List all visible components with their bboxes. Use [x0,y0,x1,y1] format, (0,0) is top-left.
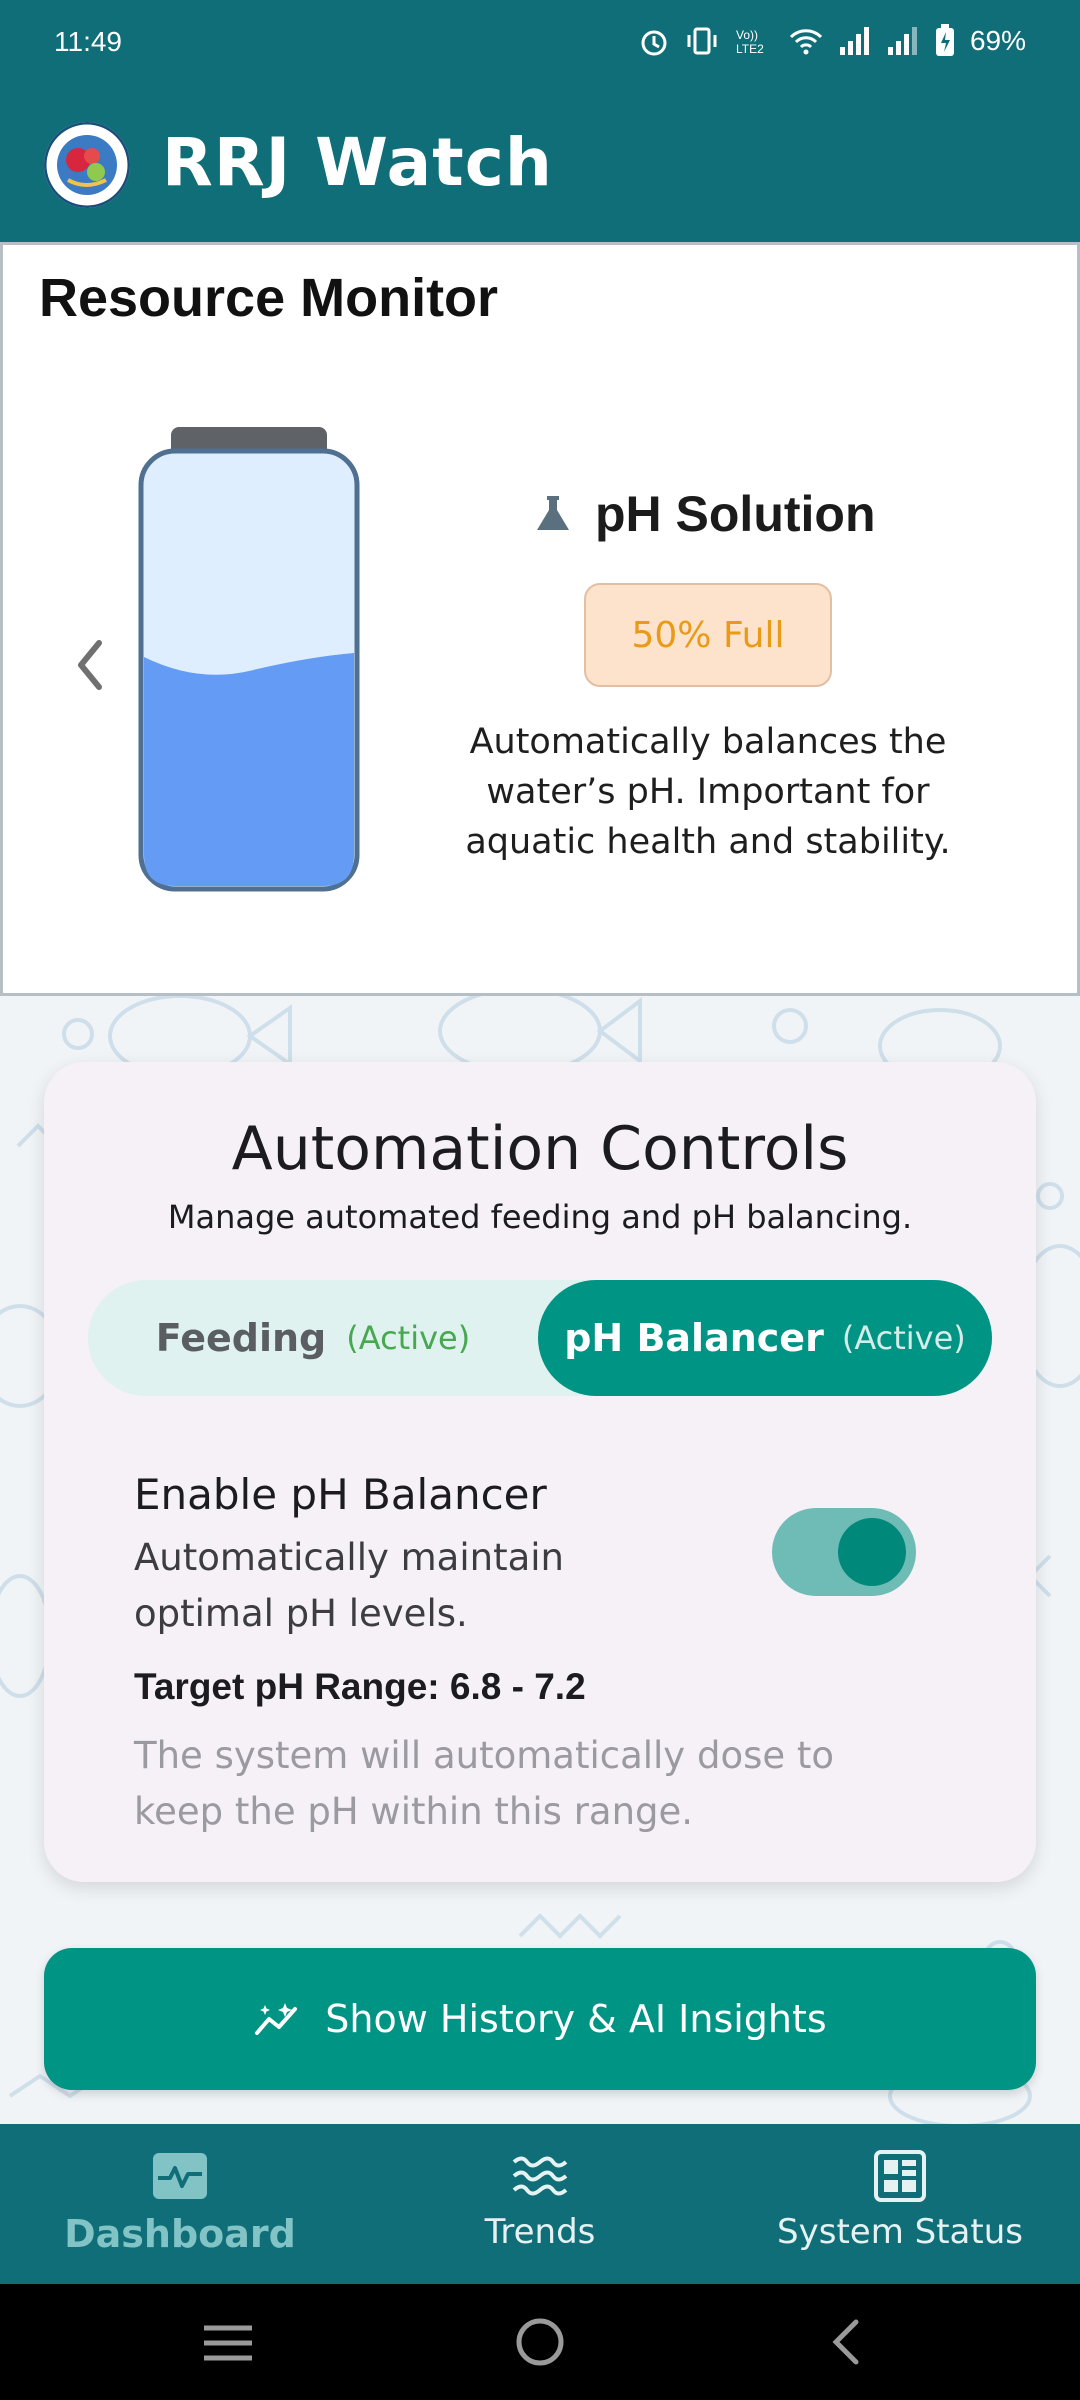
insights-icon [255,2003,298,2035]
home-icon[interactable] [514,2316,566,2368]
tab-ph-balancer-status: (Active) [841,1319,966,1357]
svg-text:LTE2: LTE2 [736,42,764,56]
app-logo [44,122,130,208]
system-navigation-bar [0,2284,1080,2400]
signal-icon [887,27,917,55]
automation-title: Automation Controls [231,1114,849,1184]
app-title: RRJ Watch [162,124,553,201]
status-bar: 11:49 Vo)) LTE2 69% [0,0,1080,88]
battery-charging-icon [935,24,954,56]
ph-solution-title: pH Solution [595,486,876,542]
alarm-icon [641,30,667,56]
automation-controls-card: Automation Controls Manage automated fee… [44,1062,1036,1882]
ph-solution-jar [138,427,360,892]
app-bar: RRJ Watch [0,88,1080,242]
nav-label-trends: Trends [484,2212,596,2252]
ph-solution-description: Automatically balances the water’s pH. I… [465,722,951,862]
nav-item-dashboard[interactable]: Dashboard [0,2150,360,2256]
status-icons: Vo)) LTE2 69% [638,24,1026,58]
nav-item-system-status[interactable]: System Status [720,2150,1080,2252]
dashboard-icon [153,2153,207,2199]
ph-balancer-toggle[interactable] [772,1508,916,1596]
enable-ph-balancer-title: Enable pH Balancer [134,1470,547,1519]
show-history-button[interactable]: Show History & AI Insights [44,1948,1036,2090]
system-status-icon [874,2150,926,2202]
battery-percent: 69% [969,25,1026,56]
nav-label-dashboard: Dashboard [64,2212,296,2256]
ph-title-row: pH Solution [533,485,876,543]
svg-text:Vo)): Vo)) [736,28,758,42]
flask-icon [537,496,569,530]
nav-label-system-status: System Status [777,2212,1023,2252]
automation-tabs: Feeding (Active) pH Balancer (Active) [88,1280,992,1396]
waves-icon [512,2156,568,2196]
target-ph-range: Target pH Range: 6.8 - 7.2 [134,1666,586,1707]
recent-apps-icon[interactable] [200,2320,256,2366]
wifi-icon [789,29,823,55]
bottom-navigation: Dashboard Trends System Status [0,2124,1080,2284]
nav-item-trends[interactable]: Trends [360,2150,720,2252]
signal-icon [839,27,869,55]
tab-feeding[interactable]: Feeding (Active) [88,1280,538,1396]
tab-feeding-status: (Active) [346,1319,471,1357]
fill-level-badge: 50% Full [584,583,832,687]
tab-ph-balancer-label: pH Balancer [564,1316,824,1360]
target-ph-description: The system will automatically dose to ke… [134,1734,835,1833]
volte-icon: Vo))LTE2 [736,28,764,56]
resource-monitor-card: Resource Monitor pH Solution 50% Full Au… [0,242,1080,996]
automation-subtitle: Manage automated feeding and pH balancin… [167,1198,913,1236]
enable-ph-balancer-description: Automatically maintain optimal pH levels… [134,1536,564,1635]
tab-ph-balancer[interactable]: pH Balancer (Active) [538,1280,992,1396]
toggle-knob [838,1518,906,1586]
show-history-label: Show History & AI Insights [325,1997,827,2041]
back-icon[interactable] [826,2316,866,2368]
chevron-left-icon[interactable] [69,635,109,695]
jar-water [144,653,354,886]
status-time: 11:49 [54,26,122,57]
vibrate-icon [687,27,717,55]
tab-feeding-label: Feeding [155,1316,327,1360]
resource-monitor-title: Resource Monitor [39,268,499,328]
